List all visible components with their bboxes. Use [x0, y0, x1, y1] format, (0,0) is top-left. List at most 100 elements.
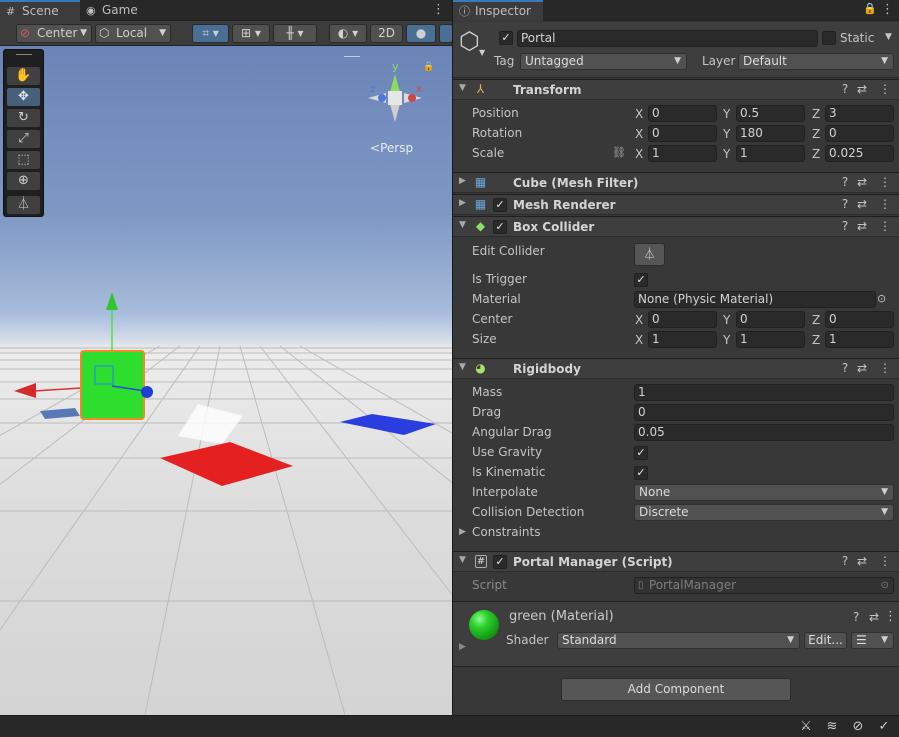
move-tool-button[interactable]: ✥	[7, 88, 40, 106]
size-x-field[interactable]: 1	[648, 331, 717, 348]
tab-inspector[interactable]: ⓘ Inspector	[453, 0, 543, 21]
rect-tool-button[interactable]: ⬚	[7, 151, 40, 169]
is-trigger-checkbox[interactable]: ✓	[634, 273, 648, 287]
foldout-collapsed-icon[interactable]: ▶	[459, 198, 466, 208]
audio-toggle-button[interactable]	[439, 24, 452, 43]
tag-dropdown[interactable]: Untagged ▼	[520, 53, 687, 70]
transform-header[interactable]: ▼ ⅄ Transform ? ⇄ ⋮	[453, 79, 899, 100]
lock-icon[interactable]: 🔒	[423, 62, 434, 72]
scale-x-field[interactable]: 1	[648, 145, 717, 162]
center-x-field[interactable]: 0	[648, 311, 717, 328]
space-local-dropdown[interactable]: ⬡ Local ▼	[95, 24, 171, 43]
use-gravity-checkbox[interactable]: ✓	[634, 446, 648, 460]
size-y-field[interactable]: 1	[736, 331, 805, 348]
x-axis-arrow-icon[interactable]	[14, 383, 36, 398]
help-icon[interactable]: ?	[839, 361, 851, 375]
scale-y-field[interactable]: 1	[736, 145, 805, 162]
center-z-field[interactable]: 0	[825, 311, 894, 328]
preset-icon[interactable]: ⇄	[856, 82, 868, 96]
edit-collider-button[interactable]: ⏃	[634, 243, 665, 266]
foldout-collapsed-icon[interactable]: ▶	[459, 527, 466, 537]
shader-dropdown[interactable]: Standard ▼	[557, 632, 800, 649]
increment-snap-button[interactable]: ⊞ ▾	[232, 24, 270, 43]
foldout-collapsed-icon[interactable]: ▶	[459, 642, 466, 652]
mass-field[interactable]: 1	[634, 384, 894, 401]
lock-icon[interactable]: 🔒	[863, 2, 877, 15]
help-icon[interactable]: ?	[839, 175, 851, 189]
mesh-filter-header[interactable]: ▶ ▦ Cube (Mesh Filter) ? ⇄ ⋮	[453, 172, 899, 193]
position-x-field[interactable]: 0	[648, 105, 717, 122]
rotate-tool-button[interactable]: ↻	[7, 109, 40, 127]
component-menu-icon[interactable]: ⋮	[879, 197, 891, 211]
angular-drag-field[interactable]: 0.05	[634, 424, 894, 441]
interpolate-dropdown[interactable]: None ▼	[634, 484, 894, 501]
auto-generate-lighting-icon[interactable]: ⊘	[850, 719, 866, 735]
physic-material-field[interactable]: None (Physic Material)	[634, 291, 876, 308]
overlay-handle[interactable]	[344, 56, 360, 57]
component-menu-icon[interactable]: ⋮	[879, 82, 891, 96]
grid-snap-button[interactable]: ⌗ ▾	[192, 24, 229, 43]
is-kinematic-checkbox[interactable]: ✓	[634, 466, 648, 480]
position-z-field[interactable]: 3	[825, 105, 894, 122]
portal-cube[interactable]	[80, 350, 145, 420]
preset-icon[interactable]: ⇄	[869, 610, 879, 624]
foldout-expanded-icon[interactable]: ▼	[459, 362, 466, 372]
help-icon[interactable]: ?	[853, 610, 859, 624]
component-menu-icon[interactable]: ⋮	[879, 175, 891, 189]
drag-field[interactable]: 0	[634, 404, 894, 421]
object-name-field[interactable]: Portal	[517, 30, 818, 47]
overlay-drag-handle[interactable]	[16, 54, 32, 55]
constraints-row[interactable]: ▶ Constraints	[453, 523, 899, 543]
constrain-proportions-icon[interactable]: ⛓	[612, 146, 626, 159]
help-icon[interactable]: ?	[839, 554, 851, 568]
custom-tool-button[interactable]: ⏃	[7, 196, 40, 214]
transform-tool-button[interactable]: ⊕	[7, 172, 40, 190]
draw-mode-button[interactable]: ◐ ▾	[329, 24, 367, 43]
material-menu-icon[interactable]: ⋮	[884, 609, 897, 624]
preset-icon[interactable]: ⇄	[856, 175, 868, 189]
shader-options-button[interactable]: ☰ ▼	[851, 632, 894, 649]
persp-label[interactable]: <Persp	[370, 141, 413, 155]
toggle-2d-button[interactable]: 2D	[370, 24, 403, 43]
preset-icon[interactable]: ⇄	[856, 554, 868, 568]
preset-icon[interactable]: ⇄	[856, 361, 868, 375]
lighting-toggle-button[interactable]: ●	[406, 24, 436, 43]
scene-viewport[interactable]: y x z 🔒 <Persp	[0, 46, 452, 715]
hand-tool-button[interactable]: ✋	[7, 67, 40, 85]
mesh-renderer-enabled-checkbox[interactable]: ✓	[493, 198, 507, 212]
position-y-field[interactable]: 0.5	[736, 105, 805, 122]
shader-edit-button[interactable]: Edit...	[804, 632, 847, 649]
scene-menu-icon[interactable]: ⋮	[432, 2, 445, 17]
box-collider-enabled-checkbox[interactable]: ✓	[493, 220, 507, 234]
chevron-down-icon[interactable]: ▼	[479, 48, 485, 57]
preset-icon[interactable]: ⇄	[856, 197, 868, 211]
orientation-gizmo[interactable]: y x z	[360, 52, 430, 142]
scale-z-field[interactable]: 0.025	[825, 145, 894, 162]
portal-manager-header[interactable]: ▼ # ✓ Portal Manager (Script) ? ⇄ ⋮	[453, 551, 899, 572]
size-z-field[interactable]: 1	[825, 331, 894, 348]
rotation-x-field[interactable]: 0	[648, 125, 717, 142]
scale-tool-button[interactable]: ⤢	[7, 130, 40, 148]
foldout-expanded-icon[interactable]: ▼	[459, 83, 466, 93]
collision-detection-dropdown[interactable]: Discrete ▼	[634, 504, 894, 521]
help-icon[interactable]: ?	[839, 197, 851, 211]
y-axis-arrow-icon[interactable]	[106, 292, 118, 310]
component-menu-icon[interactable]: ⋮	[879, 554, 891, 568]
mesh-renderer-header[interactable]: ▶ ▦ ✓ Mesh Renderer ? ⇄ ⋮	[453, 194, 899, 215]
z-axis-handle-icon[interactable]	[141, 386, 153, 398]
portal-manager-enabled-checkbox[interactable]: ✓	[493, 555, 507, 569]
preset-icon[interactable]: ⇄	[856, 219, 868, 233]
help-icon[interactable]: ?	[839, 82, 851, 96]
active-checkbox[interactable]: ✓	[499, 31, 513, 45]
foldout-expanded-icon[interactable]: ▼	[459, 555, 466, 565]
debug-off-icon[interactable]: ⚔	[798, 719, 814, 735]
check-circle-icon[interactable]: ✓	[876, 719, 892, 735]
tab-scene[interactable]: # Scene	[0, 0, 80, 21]
align-button[interactable]: ╫ ▾	[273, 24, 317, 43]
center-y-field[interactable]: 0	[736, 311, 805, 328]
layer-dropdown[interactable]: Default ▼	[738, 53, 894, 70]
component-menu-icon[interactable]: ⋮	[879, 219, 891, 233]
object-picker-icon[interactable]: ⊙	[877, 292, 886, 305]
rigidbody-header[interactable]: ▼ ◕ Rigidbody ? ⇄ ⋮	[453, 358, 899, 379]
help-icon[interactable]: ?	[839, 219, 851, 233]
